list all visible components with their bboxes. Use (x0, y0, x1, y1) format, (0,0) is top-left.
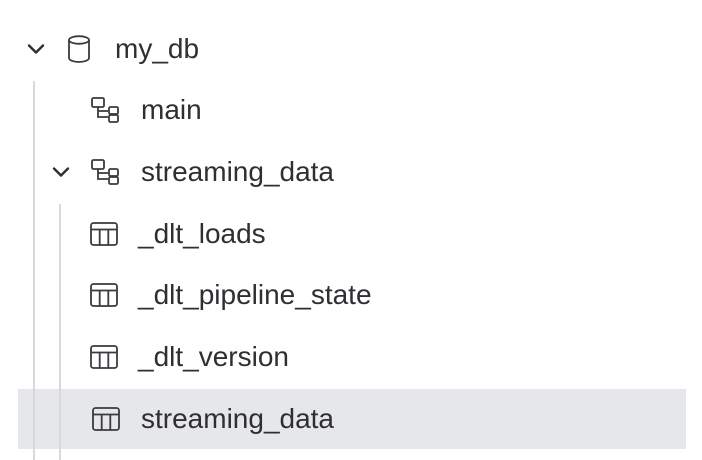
tree-item-label: my_db (115, 33, 200, 64)
table-icon (89, 343, 119, 371)
tree-item-label: _dlt_pipeline_state (138, 279, 372, 310)
chevron-down-icon[interactable] (24, 37, 48, 61)
tree-item-label: _dlt_loads (138, 218, 266, 249)
table-icon (89, 281, 119, 309)
tree-guide-schema-overlay (59, 389, 61, 460)
tree-row-table-dlt-pipeline-state[interactable]: _dlt_pipeline_state (18, 265, 686, 325)
table-icon (91, 405, 121, 433)
schema-icon (90, 96, 122, 124)
chevron-down-icon[interactable] (49, 160, 73, 184)
tree-guide-database-overlay (33, 389, 35, 460)
tree-item-label: main (141, 94, 202, 125)
table-icon (89, 220, 119, 248)
database-tree: my_db main streaming_data _dlt_loads _dl… (0, 0, 702, 460)
tree-row-table-dlt-version[interactable]: _dlt_version (18, 327, 686, 387)
tree-item-label: streaming_data (141, 156, 335, 187)
tree-item-label: streaming_data (141, 403, 335, 434)
tree-row-schema-main[interactable]: main (18, 80, 686, 140)
schema-icon (90, 158, 122, 186)
tree-row-my-db[interactable]: my_db (18, 19, 686, 79)
database-icon (66, 34, 92, 64)
tree-row-schema-streaming-data[interactable]: streaming_data (18, 142, 686, 202)
tree-item-label: _dlt_version (138, 341, 289, 372)
tree-row-table-streaming-data[interactable]: streaming_data (18, 389, 686, 449)
tree-row-table-dlt-loads[interactable]: _dlt_loads (18, 204, 686, 264)
